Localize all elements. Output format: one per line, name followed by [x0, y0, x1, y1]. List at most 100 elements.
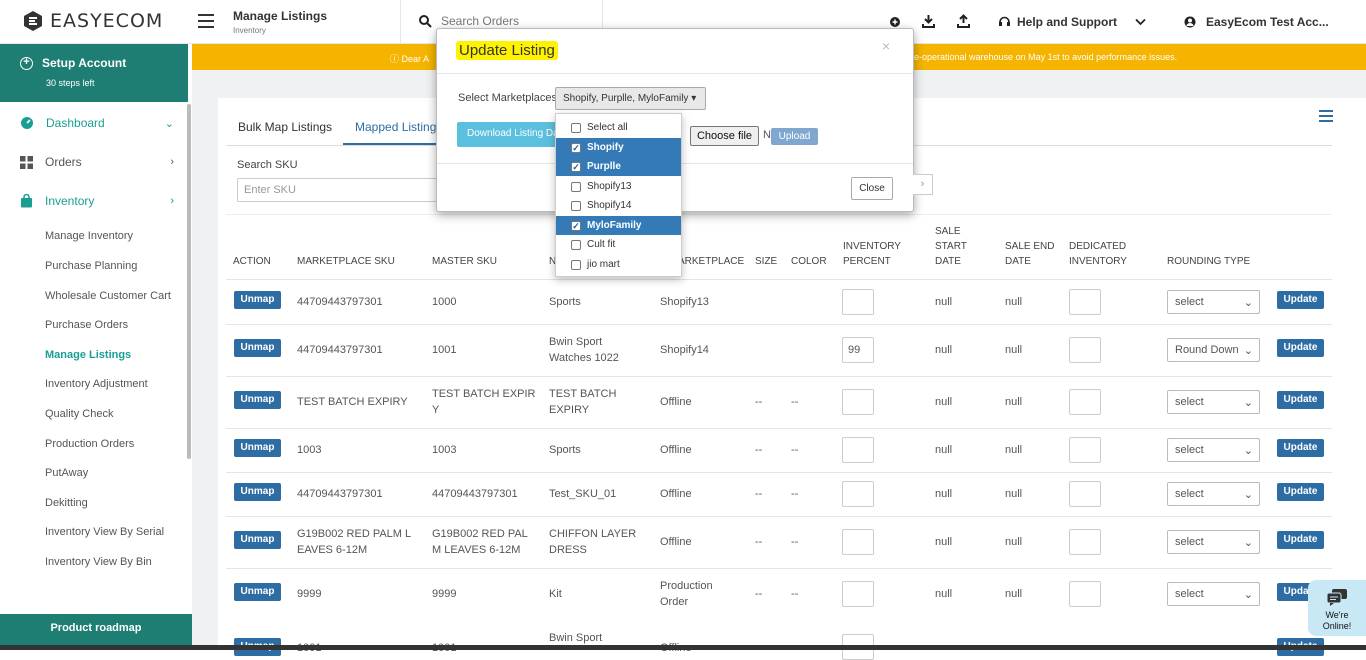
user-account-menu[interactable]: EasyEcom Test Acc... — [1184, 15, 1329, 29]
update-button[interactable]: Update — [1277, 439, 1324, 457]
rounding-type-select[interactable]: select ⌄ — [1167, 290, 1260, 314]
sub-inventory-by-bin[interactable]: Inventory View By Bin — [45, 556, 152, 568]
inventory-percent-input[interactable] — [842, 481, 874, 507]
rounding-type-value: select — [1175, 396, 1204, 408]
dedicated-inventory-input[interactable] — [1069, 389, 1101, 415]
sub-manage-listings[interactable]: Manage Listings — [45, 349, 131, 361]
inventory-percent-input[interactable]: 99 — [842, 337, 874, 363]
checkbox-icon[interactable] — [571, 239, 581, 250]
sub-production-orders[interactable]: Production Orders — [45, 438, 134, 450]
unmap-button[interactable]: Unmap — [234, 439, 281, 457]
update-button[interactable]: Update — [1277, 483, 1324, 501]
marketplace-option[interactable]: Cult fit — [556, 235, 681, 254]
no-file-text: N — [763, 129, 771, 141]
rounding-type-select[interactable]: select ⌄ — [1167, 390, 1260, 414]
unmap-button[interactable]: Unmap — [234, 339, 281, 357]
upload-button[interactable]: Upload — [771, 128, 818, 145]
marketplaces-multiselect[interactable]: Shopify, Purplle, MyloFamily ▾ — [555, 87, 706, 110]
sub-putaway[interactable]: PutAway — [45, 467, 88, 479]
nav-dashboard[interactable]: Dashboard ⌄ — [20, 116, 180, 130]
upload-icon[interactable] — [957, 14, 970, 28]
unmap-button[interactable]: Unmap — [234, 291, 281, 309]
checkbox-icon[interactable] — [571, 122, 581, 133]
dedicated-inventory-input[interactable] — [1069, 481, 1101, 507]
unmap-button[interactable]: Unmap — [234, 483, 281, 501]
marketplace-option[interactable]: Shopify13 — [556, 177, 681, 196]
brand-logo[interactable]: EASYECOM — [22, 10, 163, 32]
marketplace-option[interactable]: ✓ MyloFamily — [556, 216, 681, 235]
cell-size: -- — [755, 488, 763, 500]
update-button[interactable]: Update — [1277, 391, 1324, 409]
inventory-percent-input[interactable] — [842, 289, 874, 315]
update-button[interactable]: Update — [1277, 339, 1324, 357]
rounding-type-select[interactable]: select ⌄ — [1167, 438, 1260, 462]
checkbox-checked-icon[interactable]: ✓ — [571, 220, 581, 231]
checkbox-checked-icon[interactable]: ✓ — [571, 161, 581, 172]
sub-quality-check[interactable]: Quality Check — [45, 408, 113, 420]
inventory-percent-input[interactable] — [842, 581, 874, 607]
sub-wholesale-cart[interactable]: Wholesale Customer Cart — [45, 290, 171, 302]
marketplace-option[interactable]: ✓ Purplle — [556, 157, 681, 176]
search-orders-input[interactable] — [441, 14, 591, 28]
download-listing-button[interactable]: Download Listing Da — [457, 122, 564, 147]
checkbox-icon[interactable] — [571, 181, 581, 192]
dedicated-inventory-input[interactable] — [1069, 337, 1101, 363]
checkbox-icon[interactable] — [571, 259, 581, 270]
cell-color: -- — [791, 536, 799, 548]
modal-close-button[interactable]: Close — [851, 177, 893, 200]
dedicated-inventory-input[interactable] — [1069, 437, 1101, 463]
update-button[interactable]: Update — [1277, 291, 1324, 309]
nav-inventory[interactable]: Inventory › — [20, 194, 180, 208]
sub-inventory-by-serial[interactable]: Inventory View By Serial — [45, 526, 164, 538]
chat-widget[interactable]: We're Online! — [1308, 580, 1366, 636]
rounding-type-select[interactable]: Round Down ⌄ — [1167, 338, 1260, 362]
dedicated-inventory-input[interactable] — [1069, 289, 1101, 315]
sub-manage-inventory[interactable]: Manage Inventory — [45, 230, 133, 242]
rounding-type-select[interactable]: select ⌄ — [1167, 582, 1260, 606]
marketplace-option[interactable]: jio mart — [556, 255, 681, 274]
tab-bulk-map-listings[interactable]: Bulk Map Listings — [238, 120, 332, 134]
cell-marketplace-sku-line: G19B002 RED PALM L — [297, 528, 412, 540]
marketplace-option[interactable]: ✓ Shopify — [556, 138, 681, 157]
sub-dekitting[interactable]: Dekitting — [45, 497, 88, 509]
hamburger-menu-icon[interactable] — [198, 14, 214, 32]
inventory-percent-input[interactable] — [842, 389, 874, 415]
update-button[interactable]: Update — [1277, 531, 1324, 549]
nav-orders[interactable]: Orders › — [20, 155, 180, 169]
sidebar-scrollbar[interactable] — [187, 104, 191, 459]
help-support-menu[interactable]: Help and Support — [998, 15, 1146, 29]
search-sku-input[interactable]: Enter SKU — [237, 178, 437, 202]
chevron-right-icon[interactable]: › — [913, 174, 933, 195]
sub-purchase-planning[interactable]: Purchase Planning — [45, 260, 137, 272]
unmap-button[interactable]: Unmap — [234, 531, 281, 549]
cell-sale-start: null — [935, 488, 953, 500]
unmap-button[interactable]: Unmap — [234, 583, 281, 601]
rounding-type-select[interactable]: select ⌄ — [1167, 482, 1260, 506]
cell-marketplace: Offline — [660, 442, 692, 458]
marketplace-option[interactable]: Shopify14 — [556, 196, 681, 215]
chevron-down-icon: ⌄ — [1243, 445, 1253, 457]
cell-marketplace: Shopify13 — [660, 294, 709, 310]
dedicated-inventory-input[interactable] — [1069, 581, 1101, 607]
checkbox-icon[interactable] — [571, 200, 581, 211]
col-di-l2: INVENTORY — [1069, 256, 1127, 267]
sub-purchase-orders[interactable]: Purchase Orders — [45, 319, 128, 331]
dedicated-inventory-input[interactable] — [1069, 529, 1101, 555]
unmap-button[interactable]: Unmap — [234, 391, 281, 409]
list-menu-icon[interactable] — [1319, 110, 1333, 125]
select-all-option[interactable]: Select all — [556, 118, 681, 137]
setup-account-card[interactable]: + Setup Account 30 steps left — [0, 44, 188, 102]
download-icon[interactable] — [922, 14, 935, 28]
checkbox-checked-icon[interactable]: ✓ — [571, 142, 581, 153]
inventory-percent-input[interactable] — [842, 437, 874, 463]
tab-mapped-listing[interactable]: Mapped Listing — [355, 120, 436, 134]
choose-file-button[interactable]: Choose file — [690, 126, 759, 146]
logo-icon — [24, 11, 42, 31]
cell-name-line: Bwin Sport — [549, 336, 603, 348]
add-circle-icon[interactable] — [889, 14, 901, 28]
inventory-percent-input[interactable] — [842, 529, 874, 555]
plus-circle-icon: + — [20, 57, 33, 70]
sub-inventory-adjustment[interactable]: Inventory Adjustment — [45, 378, 148, 390]
rounding-type-select[interactable]: select ⌄ — [1167, 530, 1260, 554]
modal-close-x[interactable]: × — [882, 38, 890, 54]
